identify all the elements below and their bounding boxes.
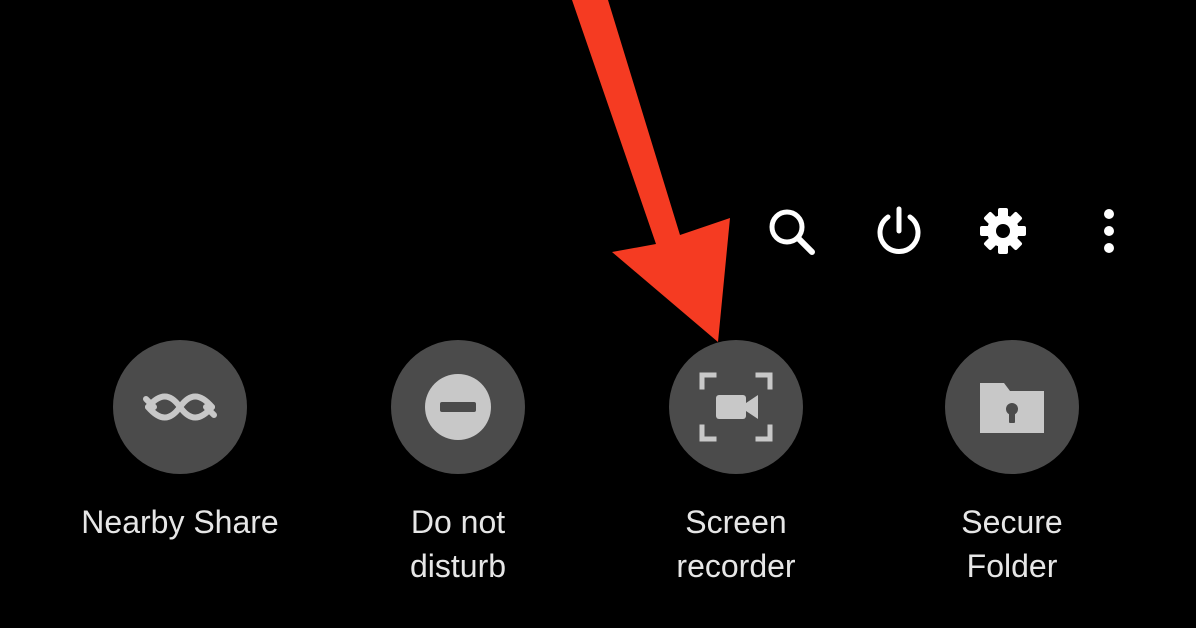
tile-do-not-disturb-button[interactable] xyxy=(391,340,525,474)
header-actions xyxy=(760,200,1140,262)
tile-do-not-disturb[interactable]: Do not disturb xyxy=(338,340,578,600)
search-icon[interactable] xyxy=(760,200,822,262)
tile-secure-folder-button[interactable] xyxy=(945,340,1079,474)
nearby-share-icon xyxy=(143,393,217,421)
do-not-disturb-icon xyxy=(425,374,491,440)
tile-do-not-disturb-label: Do not disturb xyxy=(409,504,507,584)
power-icon[interactable] xyxy=(868,200,930,262)
tile-secure-folder[interactable]: Secure Folder xyxy=(892,340,1132,600)
gear-icon[interactable] xyxy=(972,200,1034,262)
tile-nearby-share-label: Nearby Share xyxy=(81,504,279,540)
tile-nearby-share-button[interactable] xyxy=(113,340,247,474)
tile-secure-folder-label: Secure Folder xyxy=(961,504,1063,584)
tile-screen-recorder-button[interactable] xyxy=(669,340,803,474)
tile-screen-recorder-label: Screen recorder xyxy=(676,504,796,584)
tile-screen-recorder[interactable]: Screen recorder xyxy=(616,340,856,600)
screen-recorder-icon xyxy=(699,372,773,442)
secure-folder-icon xyxy=(980,383,1044,433)
more-vert-icon[interactable] xyxy=(1078,200,1140,262)
tile-nearby-share[interactable]: Nearby Share xyxy=(60,340,300,600)
